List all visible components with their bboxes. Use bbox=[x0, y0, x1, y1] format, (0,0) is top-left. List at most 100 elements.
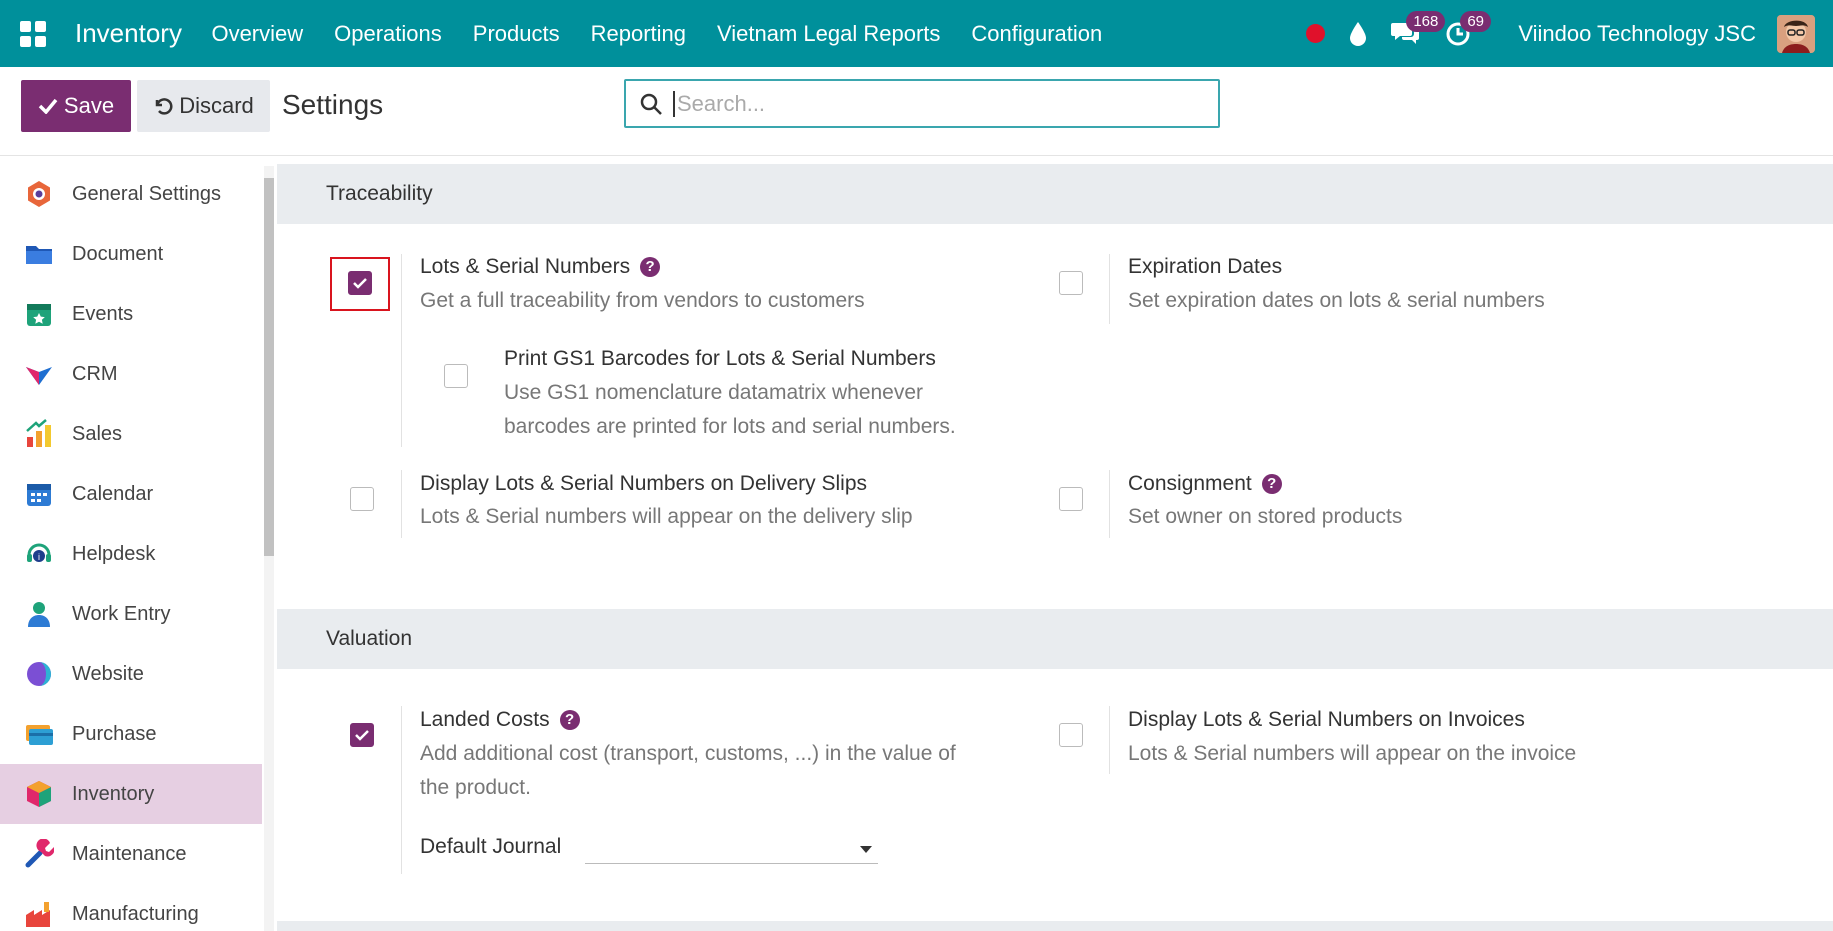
landed-costs-desc-line2: the product. bbox=[420, 776, 531, 799]
divider bbox=[401, 470, 402, 538]
wrench-icon bbox=[25, 839, 54, 868]
sidebar-item-helpdesk[interactable]: i Helpdesk bbox=[0, 524, 262, 584]
activities-badge: 69 bbox=[1460, 10, 1491, 32]
invoices-desc: Lots & Serial numbers will appear on the… bbox=[1128, 742, 1577, 765]
messages-button[interactable]: 168 bbox=[1390, 10, 1446, 49]
save-label: Save bbox=[63, 93, 115, 118]
sidebar-item-calendar[interactable]: Calendar bbox=[0, 464, 262, 524]
divider bbox=[401, 254, 402, 447]
landed-costs-checkbox[interactable] bbox=[350, 723, 374, 747]
globe-icon bbox=[27, 662, 51, 686]
box-icon bbox=[27, 781, 51, 807]
delivery-slips-desc: Lots & Serial numbers will appear on the… bbox=[420, 505, 913, 528]
menu-operations[interactable]: Operations bbox=[319, 21, 458, 47]
section-divider bbox=[277, 921, 1833, 931]
help-icon[interactable]: ? bbox=[559, 710, 580, 730]
consignment-title: Consignment? bbox=[1128, 472, 1282, 496]
user-avatar[interactable] bbox=[1777, 14, 1815, 53]
chevron-down-icon bbox=[860, 846, 872, 853]
factory-icon bbox=[26, 902, 50, 927]
sidebar-item-sales[interactable]: Sales bbox=[0, 404, 262, 464]
sidebar-scroll-thumb[interactable] bbox=[264, 178, 274, 556]
undo-icon bbox=[155, 98, 173, 115]
save-button[interactable]: Save bbox=[21, 80, 131, 132]
sidebar-scrollbar[interactable] bbox=[264, 166, 274, 931]
menu-vietnam-legal-reports[interactable]: Vietnam Legal Reports bbox=[701, 21, 955, 47]
sidebar-item-work-entry[interactable]: Work Entry bbox=[0, 584, 262, 644]
check-icon bbox=[38, 98, 58, 114]
divider bbox=[1109, 706, 1110, 774]
consignment-desc: Set owner on stored products bbox=[1128, 505, 1403, 528]
discard-button[interactable]: Discard bbox=[137, 80, 270, 132]
sidebar-item-website[interactable]: Website bbox=[0, 644, 262, 704]
consignment-checkbox[interactable] bbox=[1059, 487, 1083, 511]
apps-menu-icon[interactable] bbox=[20, 20, 46, 47]
main-menu: Overview Operations Products Reporting V… bbox=[196, 21, 1118, 47]
sidebar-item-purchase[interactable]: Purchase bbox=[0, 704, 262, 764]
sales-chart-icon bbox=[26, 419, 51, 447]
section-valuation-title: Valuation bbox=[277, 609, 1833, 669]
check-icon bbox=[353, 277, 367, 289]
lots-serial-checkbox[interactable] bbox=[348, 271, 372, 295]
headset-icon: i bbox=[27, 543, 51, 562]
page-title: Settings bbox=[282, 89, 384, 120]
sidebar-item-maintenance[interactable]: Maintenance bbox=[0, 824, 262, 884]
expiration-dates-checkbox[interactable] bbox=[1059, 271, 1083, 295]
sidebar-item-general-settings[interactable]: General Settings bbox=[0, 164, 262, 224]
gs1-barcodes-desc-line2: barcodes are printed for lots and serial… bbox=[504, 415, 956, 438]
navbar-systray: 168 69 Viindoo Technology JSC bbox=[1306, 0, 1833, 67]
divider bbox=[1109, 470, 1110, 538]
activities-button[interactable]: 69 bbox=[1444, 10, 1491, 49]
top-navbar: Inventory Overview Operations Products R… bbox=[0, 0, 1833, 67]
messages-badge: 168 bbox=[1406, 10, 1446, 32]
delivery-slips-checkbox[interactable] bbox=[350, 487, 374, 511]
drop-icon[interactable] bbox=[1348, 21, 1368, 47]
sidebar-item-crm[interactable]: CRM bbox=[0, 344, 262, 404]
calendar-icon bbox=[27, 484, 51, 506]
person-icon bbox=[28, 602, 50, 627]
lots-serial-desc: Get a full traceability from vendors to … bbox=[420, 289, 865, 312]
crm-icon bbox=[26, 367, 52, 385]
lots-serial-title: Lots & Serial Numbers? bbox=[420, 255, 661, 279]
search-icon bbox=[640, 93, 662, 115]
menu-products[interactable]: Products bbox=[457, 21, 575, 47]
record-icon[interactable] bbox=[1306, 24, 1326, 43]
check-icon bbox=[355, 729, 369, 741]
invoices-checkbox[interactable] bbox=[1059, 723, 1083, 747]
landed-costs-title: Landed Costs? bbox=[420, 708, 580, 732]
discard-label: Discard bbox=[179, 93, 254, 118]
gs1-barcodes-title: Print GS1 Barcodes for Lots & Serial Num… bbox=[504, 347, 936, 370]
landed-costs-desc-line1: Add additional cost (transport, customs,… bbox=[420, 742, 956, 765]
divider bbox=[401, 706, 402, 874]
invoices-title: Display Lots & Serial Numbers on Invoice… bbox=[1128, 708, 1525, 731]
sidebar-item-manufacturing[interactable]: Manufacturing bbox=[0, 884, 262, 931]
sidebar-item-inventory[interactable]: Inventory bbox=[0, 764, 262, 824]
default-journal-select[interactable] bbox=[585, 834, 878, 864]
menu-configuration[interactable]: Configuration bbox=[956, 21, 1118, 47]
expiration-dates-title: Expiration Dates bbox=[1128, 255, 1283, 278]
search-box[interactable] bbox=[624, 79, 1220, 128]
company-switcher[interactable]: Viindoo Technology JSC bbox=[1518, 21, 1756, 47]
settings-content: Traceability Lots & Serial Numbers? Get … bbox=[277, 164, 1833, 931]
app-brand[interactable]: Inventory bbox=[75, 18, 182, 49]
section-traceability-title: Traceability bbox=[277, 164, 1833, 224]
help-icon[interactable]: ? bbox=[1261, 474, 1282, 494]
help-icon[interactable]: ? bbox=[640, 257, 661, 277]
search-input[interactable] bbox=[673, 90, 1193, 117]
menu-overview[interactable]: Overview bbox=[196, 21, 319, 47]
calendar-star-icon bbox=[27, 304, 51, 326]
delivery-slips-title: Display Lots & Serial Numbers on Deliver… bbox=[420, 472, 867, 495]
sidebar-item-events[interactable]: Events bbox=[0, 284, 262, 344]
general-settings-icon bbox=[28, 181, 50, 207]
divider bbox=[1109, 254, 1110, 324]
gs1-barcodes-desc-line1: Use GS1 nomenclature datamatrix whenever bbox=[504, 381, 924, 404]
menu-reporting[interactable]: Reporting bbox=[575, 21, 701, 47]
svg-text:i: i bbox=[38, 552, 40, 562]
settings-sidebar: General Settings Document Events CRM Sal… bbox=[0, 164, 262, 931]
expiration-dates-desc: Set expiration dates on lots & serial nu… bbox=[1128, 289, 1545, 312]
control-panel: Save Discard Settings bbox=[0, 67, 1833, 156]
default-journal-label: Default Journal bbox=[420, 835, 562, 858]
gs1-barcodes-checkbox[interactable] bbox=[444, 364, 468, 388]
folder-icon bbox=[26, 246, 52, 264]
sidebar-item-document[interactable]: Document bbox=[0, 224, 262, 284]
